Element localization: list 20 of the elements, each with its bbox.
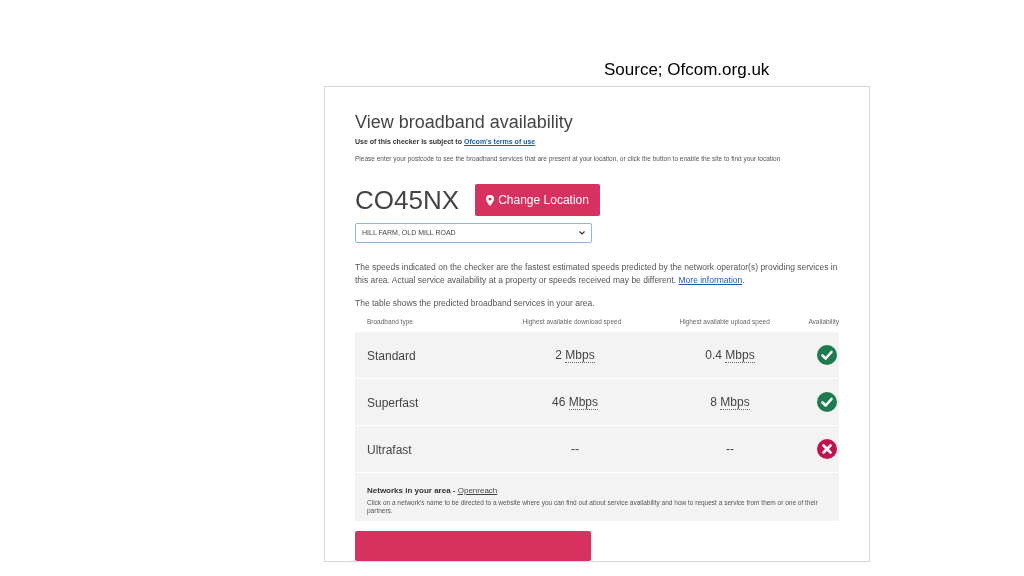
action-button[interactable] [355, 531, 591, 561]
postcode: CO45NX [355, 185, 460, 216]
speed-value: 2 Mbps [555, 347, 595, 365]
speed-value: 0.4 Mbps [705, 347, 755, 365]
broadband-type: Superfast [367, 396, 419, 411]
speed-value: -- [571, 441, 579, 459]
page-title: View broadband availability [355, 111, 573, 133]
table-intro-text: The table shows the predicted broadband services in your area. [355, 297, 595, 310]
chevron-down-icon [579, 231, 585, 236]
networks-label: Networks in your area - Openreach [367, 485, 498, 497]
openreach-link[interactable]: Openreach [457, 486, 498, 495]
speed-value: 8 Mbps [710, 394, 750, 412]
map-pin-icon [486, 194, 495, 206]
speed-value: 46 Mbps [551, 394, 598, 412]
source-caption: Source; Ofcom.org.uk [604, 60, 770, 79]
speed-value: -- [726, 441, 734, 459]
change-location-button[interactable]: Change Location [475, 184, 601, 217]
broadband-type: Standard [367, 349, 416, 364]
broadband-type: Ultrafast [367, 443, 412, 458]
disclaimer-text: The speeds indicated on the checker are the fastest estimated speeds predicted by the network operator(s) providing services in this area. Actual service availability at a property or speeds received may be different. More information. [355, 261, 839, 288]
